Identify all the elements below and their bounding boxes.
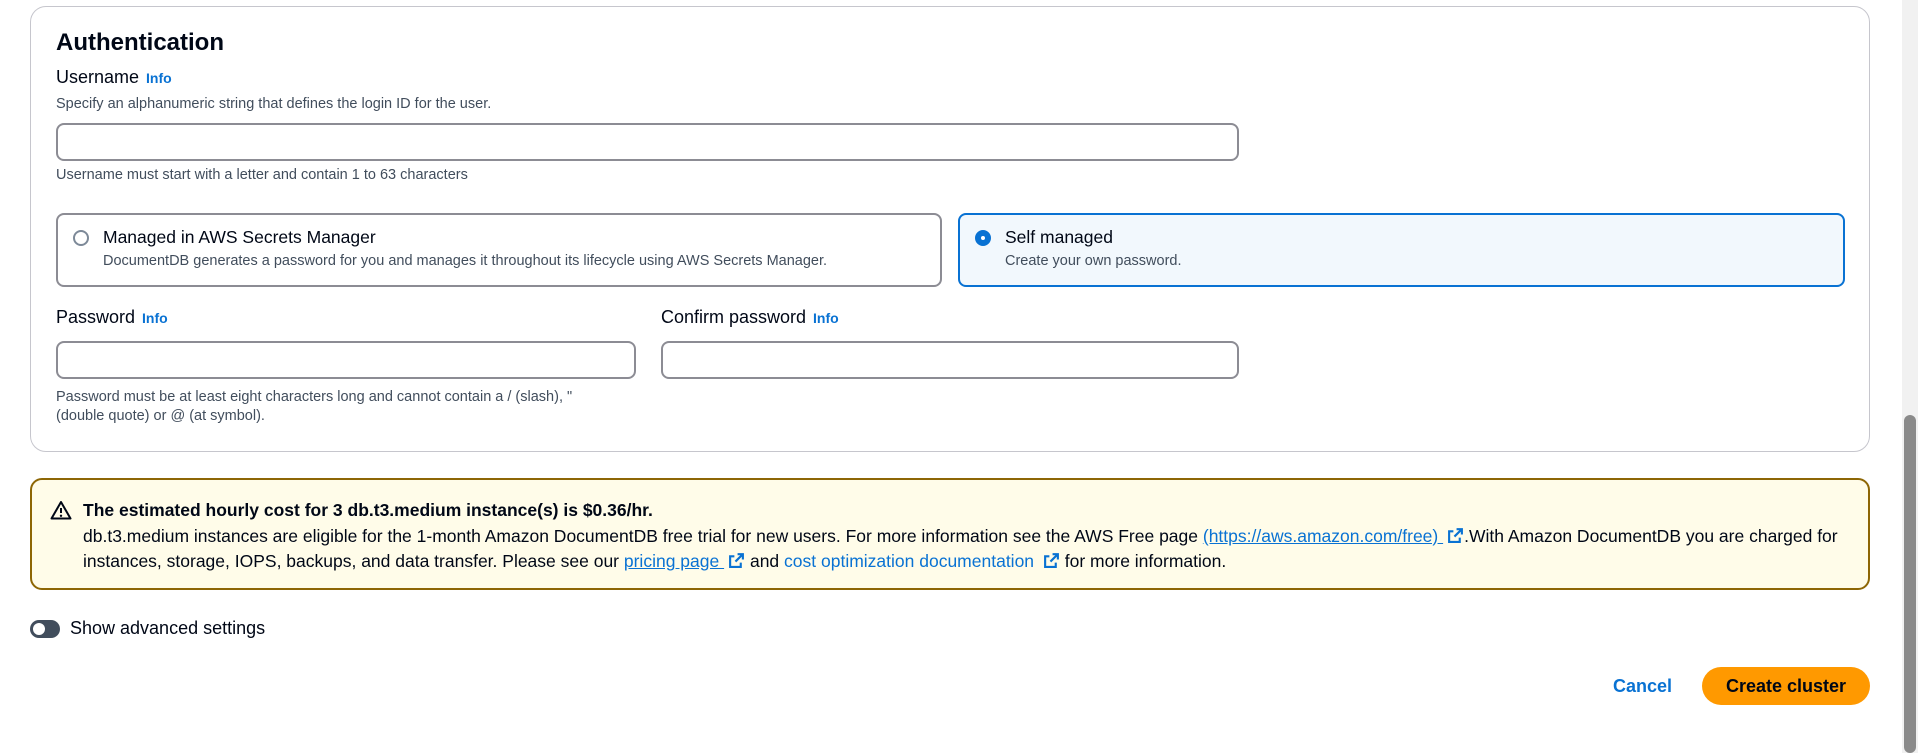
password-constraint-line1: Password must be at least eight characte…	[56, 389, 573, 405]
username-description: Specify an alphanumeric string that defi…	[56, 96, 492, 112]
confirm-password-label-text: Confirm password	[661, 307, 807, 327]
advanced-settings-label: Show advanced settings	[70, 618, 266, 638]
password-label: Password Info	[56, 307, 168, 328]
radio-title-self-managed: Self managed	[1005, 227, 1113, 247]
radio-description-secrets-manager: DocumentDB generates a password for you …	[103, 253, 828, 269]
advanced-settings-toggle[interactable]	[30, 620, 60, 638]
external-link-icon	[1448, 528, 1464, 543]
external-link-icon	[1043, 553, 1059, 568]
pricing-page-link[interactable]: pricing page	[624, 551, 724, 571]
alert-body-text-3: and	[745, 551, 785, 571]
radio-button-self-managed[interactable]	[975, 230, 991, 246]
username-input[interactable]	[56, 123, 1239, 161]
radio-card-secrets-manager[interactable]: Managed in AWS Secrets Manager DocumentD…	[56, 213, 942, 287]
cost-optimization-link[interactable]: cost optimization documentation	[784, 551, 1039, 571]
password-constraint-line2: (double quote) or @ (at symbol).	[56, 408, 265, 424]
confirm-password-info-link[interactable]: Info	[813, 310, 839, 326]
username-info-link[interactable]: Info	[146, 70, 172, 86]
alert-body-text-1: db.t3.medium instances are eligible for …	[83, 526, 1203, 546]
authentication-panel: Authentication Username Info Specify an a…	[30, 6, 1870, 452]
password-input[interactable]	[56, 341, 636, 379]
radio-card-self-managed[interactable]: Self managed Create your own password.	[958, 213, 1845, 287]
cost-warning-alert: The estimated hourly cost for 3 db.t3.me…	[30, 478, 1870, 590]
aws-free-page-link-text: (https://aws.amazon.com/free)	[1202, 526, 1444, 546]
scrollbar-thumb[interactable]	[1904, 415, 1916, 753]
alert-body: db.t3.medium instances are eligible for …	[83, 524, 1843, 574]
confirm-password-label: Confirm password Info	[661, 307, 839, 328]
aws-free-page-link[interactable]: (https://aws.amazon.com/free)	[1203, 526, 1443, 546]
username-label: Username Info	[56, 67, 172, 88]
radio-button-secrets-manager[interactable]	[73, 230, 89, 246]
toggle-knob	[33, 623, 45, 635]
alert-header: The estimated hourly cost for 3 db.t3.me…	[83, 500, 653, 520]
username-constraint: Username must start with a letter and co…	[56, 167, 468, 183]
radio-title-secrets-manager: Managed in AWS Secrets Manager	[103, 227, 376, 247]
pricing-page-link-text: pricing page	[623, 551, 725, 571]
username-label-text: Username	[56, 67, 140, 87]
cost-optimization-link-text: cost optimization documentation	[784, 551, 1039, 571]
scrollbar-track[interactable]	[1902, 0, 1918, 753]
external-link-icon	[729, 553, 745, 568]
confirm-password-input[interactable]	[661, 341, 1239, 379]
create-cluster-button[interactable]: Create cluster	[1702, 667, 1870, 705]
warning-icon	[50, 501, 72, 520]
alert-body-text-4: for more information.	[1059, 551, 1227, 571]
cancel-button[interactable]: Cancel	[1603, 667, 1682, 705]
section-title: Authentication	[56, 29, 224, 56]
password-label-text: Password	[56, 307, 136, 327]
password-info-link[interactable]: Info	[142, 310, 168, 326]
radio-description-self-managed: Create your own password.	[1005, 253, 1182, 269]
